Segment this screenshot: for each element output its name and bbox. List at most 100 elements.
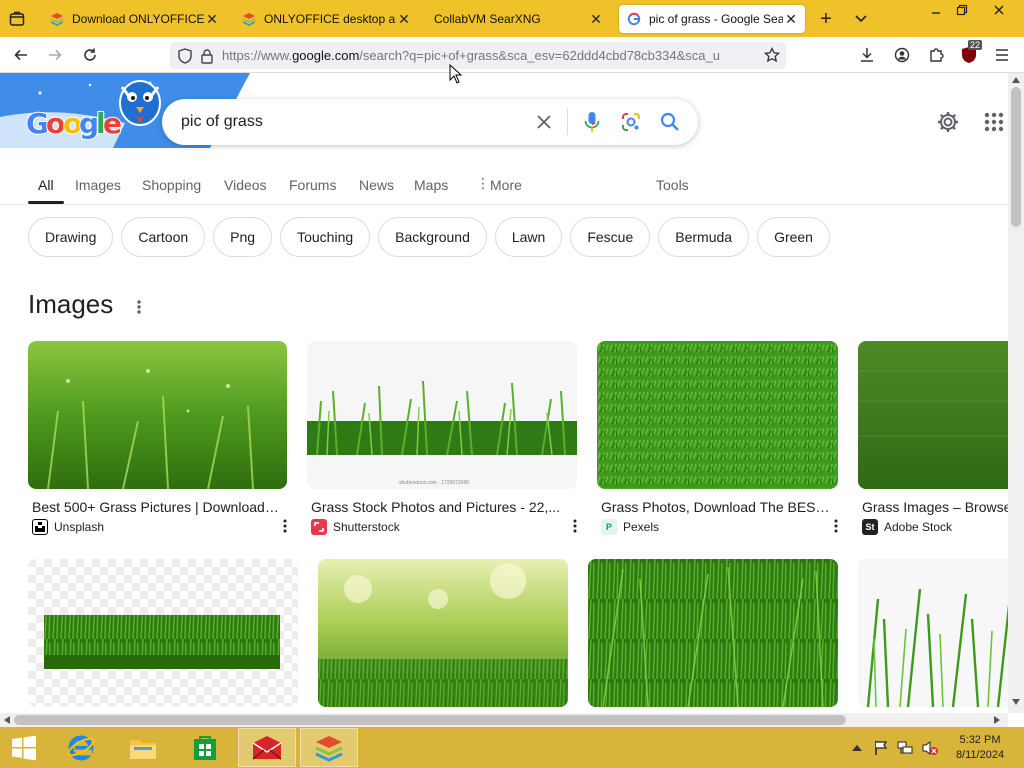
menu-hamburger-icon[interactable] — [991, 45, 1013, 65]
result-title[interactable]: Grass Photos, Download The BEST Free — [601, 499, 833, 515]
list-tabs-chevron-icon[interactable] — [850, 8, 872, 30]
reload-icon[interactable] — [79, 44, 101, 66]
chip-green[interactable]: Green — [757, 217, 830, 257]
close-window-icon[interactable] — [978, 0, 1020, 20]
action-center-flag-icon[interactable] — [872, 739, 890, 757]
tab-overview-icon[interactable] — [6, 8, 28, 30]
grass-thumbnail[interactable] — [28, 341, 287, 489]
grass-thumbnail[interactable] — [318, 559, 568, 707]
taskbar-clock[interactable]: 5:32 PM 8/11/2024 — [946, 733, 1014, 763]
scroll-left-arrow-icon[interactable] — [4, 716, 10, 724]
chip-fescue[interactable]: Fescue — [570, 217, 651, 257]
search-box[interactable]: pic of grass — [162, 99, 698, 145]
tracking-shield-icon[interactable] — [176, 47, 194, 65]
tab-news[interactable]: News — [359, 177, 394, 193]
chip-background[interactable]: Background — [378, 217, 487, 257]
result-title[interactable]: Best 500+ Grass Pictures | Download Free… — [32, 499, 282, 515]
result-menu-icon[interactable] — [282, 519, 288, 538]
result-menu-icon[interactable] — [833, 519, 839, 538]
minimize-window-icon[interactable] — [926, 4, 946, 18]
lock-icon[interactable] — [198, 47, 216, 65]
scroll-up-arrow-icon[interactable] — [1012, 77, 1020, 83]
result-source[interactable]: P Pexels — [601, 519, 659, 535]
back-arrow-icon[interactable] — [10, 44, 32, 66]
volume-muted-icon[interactable] — [920, 739, 940, 757]
result-source[interactable]: Shutterstock — [311, 519, 400, 535]
tab-close-icon[interactable]: ✕ — [783, 11, 799, 28]
tab-more[interactable]: More — [490, 177, 522, 193]
image-result-bokeh-grass[interactable] — [318, 559, 568, 707]
chip-lawn[interactable]: Lawn — [494, 217, 563, 257]
taskbar-internet-explorer[interactable] — [52, 728, 110, 767]
taskbar-onlyoffice[interactable] — [300, 728, 358, 767]
result-source[interactable]: St Adobe Stock — [862, 519, 952, 535]
image-result-dense-grass[interactable] — [588, 559, 838, 707]
tab-download-onlyoffice[interactable]: Download ONLYOFFICE D ✕ — [42, 5, 226, 33]
start-button[interactable] — [0, 728, 48, 767]
grass-thumbnail[interactable] — [597, 341, 838, 489]
account-icon[interactable] — [891, 45, 913, 65]
taskbar-mail-app[interactable] — [238, 728, 296, 767]
search-input[interactable]: pic of grass — [181, 113, 263, 131]
tab-close-icon[interactable]: ✕ — [396, 11, 412, 28]
image-result-white-background-grass[interactable] — [858, 559, 1008, 707]
image-result-pexels[interactable]: Grass Photos, Download The BEST Free P P… — [597, 341, 838, 541]
extensions-puzzle-icon[interactable] — [925, 45, 947, 65]
tab-all[interactable]: All — [28, 177, 63, 204]
forward-arrow-icon[interactable] — [44, 44, 66, 66]
bookmark-star-icon[interactable] — [761, 45, 783, 65]
result-title[interactable]: Grass Stock Photos and Pictures - 22,... — [311, 499, 569, 515]
show-hidden-icons-chevron-icon[interactable] — [850, 741, 864, 755]
taskbar-file-explorer[interactable] — [114, 728, 172, 767]
ublock-origin-icon[interactable]: 22 — [958, 40, 983, 65]
images-section-menu-icon[interactable] — [136, 299, 142, 320]
google-lens-icon[interactable] — [619, 110, 643, 134]
vertical-scrollbar[interactable] — [1008, 73, 1024, 713]
tab-close-icon[interactable]: ✕ — [204, 11, 220, 28]
result-title[interactable]: Grass Images – Browse — [862, 499, 1008, 515]
chip-drawing[interactable]: Drawing — [28, 217, 114, 257]
tab-videos[interactable]: Videos — [224, 177, 267, 193]
result-source[interactable]: Unsplash — [32, 519, 104, 535]
horizontal-scrollbar[interactable] — [0, 713, 1008, 727]
google-apps-grid-icon[interactable] — [984, 112, 1004, 137]
tab-images[interactable]: Images — [75, 177, 121, 193]
chip-png[interactable]: Png — [213, 217, 273, 257]
image-result-transparent-grass[interactable] — [28, 559, 298, 707]
image-result-adobe-stock[interactable]: Grass Images – Browse St Adobe Stock — [858, 341, 1008, 541]
settings-gear-icon[interactable] — [936, 110, 960, 139]
chip-cartoon[interactable]: Cartoon — [121, 217, 206, 257]
tab-collabvm-searxng[interactable]: CollabVM SearXNG ✕ — [426, 5, 610, 33]
tab-tools[interactable]: Tools — [656, 177, 689, 193]
tab-forums[interactable]: Forums — [289, 177, 336, 193]
taskbar-windows-store[interactable] — [176, 728, 234, 767]
grass-thumbnail[interactable] — [28, 559, 298, 707]
grass-thumbnail[interactable] — [858, 341, 1008, 489]
scroll-right-arrow-icon[interactable] — [994, 716, 1000, 724]
tab-onlyoffice-desktop[interactable]: ONLYOFFICE desktop an ✕ — [234, 5, 418, 33]
horizontal-scroll-thumb[interactable] — [14, 715, 846, 725]
result-menu-icon[interactable] — [572, 519, 578, 538]
scroll-down-arrow-icon[interactable] — [1012, 699, 1020, 705]
tab-shopping[interactable]: Shopping — [142, 177, 201, 193]
voice-search-icon[interactable] — [580, 110, 604, 134]
restore-window-icon[interactable] — [952, 2, 972, 18]
network-icon[interactable] — [896, 739, 914, 757]
grass-thumbnail[interactable]: shutterstock.com · 1735672696 — [307, 341, 577, 489]
clear-search-icon[interactable] — [532, 110, 556, 134]
grass-thumbnail[interactable] — [858, 559, 1008, 707]
tab-close-icon[interactable]: ✕ — [588, 11, 604, 28]
search-submit-icon[interactable] — [658, 110, 682, 134]
more-vertical-dots-icon[interactable]: ⋮ — [476, 175, 490, 192]
chip-touching[interactable]: Touching — [280, 217, 371, 257]
downloads-icon[interactable] — [856, 45, 878, 65]
vertical-scroll-thumb[interactable] — [1011, 87, 1021, 227]
image-result-unsplash[interactable]: Best 500+ Grass Pictures | Download Free… — [28, 341, 287, 541]
url-bar[interactable]: https://www. google.com/search?q=pic+of+g… — [170, 42, 786, 69]
chip-bermuda[interactable]: Bermuda — [658, 217, 750, 257]
tab-google-search[interactable]: pic of grass - Google Sear ✕ — [619, 5, 805, 33]
grass-thumbnail[interactable] — [588, 559, 838, 707]
image-result-shutterstock[interactable]: shutterstock.com · 1735672696 Grass Stoc… — [307, 341, 577, 541]
new-tab-button[interactable]: + — [814, 7, 838, 31]
tab-maps[interactable]: Maps — [414, 177, 448, 193]
